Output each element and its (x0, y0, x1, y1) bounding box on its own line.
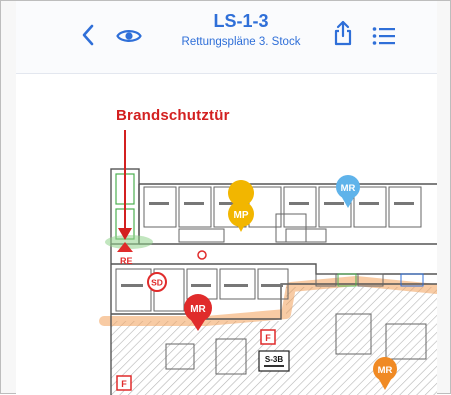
callout-arrow (118, 130, 132, 240)
eye-icon (116, 30, 142, 42)
page-title: LS-1-3 (213, 11, 269, 31)
top-bar: LS-1-3 Rettungspläne 3. Stock (16, 1, 437, 74)
stair-area (105, 173, 153, 249)
floor-plan-view[interactable]: RE MP MR MR MR SD F F S-3B Brandschutztü… (16, 74, 437, 395)
svg-text:MR: MR (190, 304, 206, 315)
svg-text:MR: MR (378, 365, 393, 376)
rooms-upper (143, 186, 422, 243)
list-icon (372, 27, 395, 45)
svg-text:RE: RE (120, 256, 133, 266)
app-frame: LS-1-3 Rettungspläne 3. Stock RE MP MR M… (0, 0, 451, 395)
sd-marker[interactable]: SD (147, 272, 167, 292)
list-button[interactable] (372, 25, 396, 47)
share-button[interactable] (332, 19, 354, 47)
page-subtitle: Rettungspläne 3. Stock (181, 36, 301, 48)
fire-door-callout: Brandschutztür (116, 107, 230, 124)
svg-text:F: F (265, 333, 271, 343)
f-marker-2[interactable]: F (116, 375, 132, 391)
back-button[interactable] (78, 23, 98, 47)
svg-text:SD: SD (151, 278, 163, 288)
f-marker-1[interactable]: F (260, 329, 276, 345)
svg-text:MP: MP (234, 210, 249, 221)
mp-marker[interactable]: MP (228, 180, 255, 232)
view-toggle-button[interactable] (114, 25, 144, 47)
svg-text:MR: MR (341, 183, 356, 194)
share-icon (334, 20, 352, 46)
chevron-left-icon (82, 24, 94, 46)
phone-screen: LS-1-3 Rettungspläne 3. Stock RE MP MR M… (16, 1, 437, 395)
fire-alarm-icon[interactable] (197, 250, 207, 260)
svg-text:F: F (121, 379, 127, 389)
room-tag[interactable]: S-3B (258, 350, 290, 372)
svg-text:S-3B: S-3B (265, 355, 283, 364)
